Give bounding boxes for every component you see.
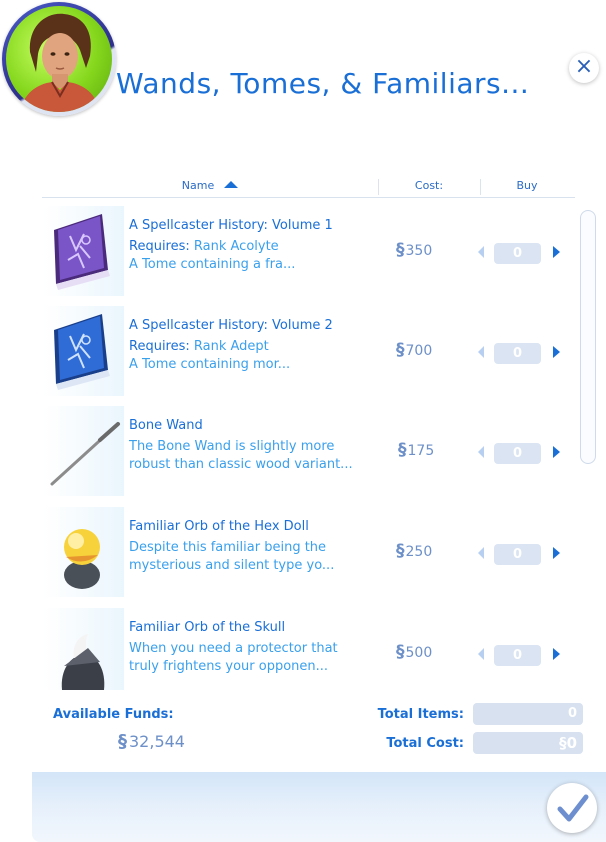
description-text: When you need a protector that	[129, 641, 338, 656]
simoleon-icon: §	[396, 642, 405, 662]
increase-quantity-button[interactable]	[553, 446, 560, 458]
list-item[interactable]: Bone Wand The Bone Wand is slightly more…	[44, 404, 576, 504]
price-value: 700	[405, 343, 433, 359]
list-item[interactable]: A Spellcaster History: Volume 1 Requires…	[44, 204, 576, 304]
price-value: 350	[405, 243, 433, 259]
simoleon-icon: §	[396, 240, 405, 260]
decrease-quantity-button[interactable]	[478, 246, 484, 258]
price-value: 500	[405, 645, 433, 661]
column-buy-label: Buy	[516, 179, 538, 192]
quantity-field[interactable]: 0	[494, 544, 541, 565]
requires-label: Requires:	[129, 339, 190, 354]
item-description: robust than classic wood variant...	[129, 457, 353, 472]
total-cost-value: §0	[473, 732, 583, 754]
item-price: §250	[396, 541, 432, 561]
item-list[interactable]: A Spellcaster History: Volume 1 Requires…	[44, 204, 576, 690]
item-price: §500	[396, 642, 432, 662]
item-description: mysterious and silent type yo...	[129, 558, 335, 573]
item-price: §175	[398, 440, 434, 460]
confirm-button[interactable]	[547, 783, 597, 833]
sort-ascending-icon	[224, 181, 239, 188]
item-description: A Tome containing a fra...	[129, 257, 296, 272]
item-price: §350	[396, 240, 432, 260]
price-value: 175	[407, 443, 435, 459]
item-name: A Spellcaster History: Volume 1	[129, 218, 333, 233]
decrease-quantity-button[interactable]	[478, 648, 484, 660]
purple-tome-icon	[44, 206, 124, 296]
dialog-footer	[32, 772, 606, 842]
item-name: Bone Wand	[129, 418, 203, 433]
list-item[interactable]: Familiar Orb of the Hex Doll Despite thi…	[44, 505, 576, 605]
list-item[interactable]: A Spellcaster History: Volume 2 Requires…	[44, 304, 576, 404]
item-description-line1: Despite this familiar being the	[129, 540, 326, 555]
simoleon-icon: §	[398, 440, 407, 460]
increase-quantity-button[interactable]	[553, 547, 560, 559]
item-description: A Tome containing mor...	[129, 357, 291, 372]
item-requirement: Requires: Rank Acolyte	[129, 239, 279, 254]
funds-amount: 32,544	[129, 732, 185, 751]
blue-tome-icon	[44, 306, 124, 396]
orb-icon	[44, 507, 124, 597]
price-value: 250	[405, 544, 433, 560]
quantity-field[interactable]: 0	[494, 443, 541, 464]
decrease-quantity-button[interactable]	[478, 547, 484, 559]
quantity-field[interactable]: 0	[494, 343, 541, 364]
close-button[interactable]: ×	[569, 53, 599, 83]
item-name: A Spellcaster History: Volume 2	[129, 318, 333, 333]
item-name: Familiar Orb of the Skull	[129, 620, 286, 635]
column-divider	[480, 179, 481, 195]
requires-value: Rank Adept	[189, 339, 269, 354]
skull-orb-icon	[44, 608, 124, 690]
requires-value: Rank Acolyte	[189, 239, 279, 254]
decrease-quantity-button[interactable]	[478, 446, 484, 458]
checkmark-icon	[557, 794, 589, 822]
item-description-line1: When you need a protector that	[129, 641, 338, 656]
column-cost-label: Cost:	[414, 179, 444, 192]
quantity-field[interactable]: 0	[494, 645, 541, 666]
wand-icon	[44, 406, 124, 496]
close-icon: ×	[574, 54, 594, 79]
increase-quantity-button[interactable]	[553, 648, 560, 660]
simoleon-icon: §	[396, 340, 405, 360]
column-header: Name Cost: Buy	[42, 175, 575, 198]
available-funds-value: § 32,544	[118, 731, 185, 752]
simoleon-icon: §	[118, 731, 127, 752]
total-cost-label: Total Cost:	[386, 736, 464, 751]
list-scrollbar[interactable]	[580, 210, 596, 464]
decrease-quantity-button[interactable]	[478, 346, 484, 358]
total-items-value: 0	[473, 703, 583, 725]
quantity-field[interactable]: 0	[494, 243, 541, 264]
item-price: §700	[396, 340, 432, 360]
total-items-label: Total Items:	[377, 707, 464, 722]
sort-by-name[interactable]: Name	[42, 179, 378, 192]
column-name-label: Name	[181, 179, 215, 192]
list-item[interactable]: Familiar Orb of the Skull When you need …	[44, 606, 576, 690]
total-cost-number: §0	[559, 734, 577, 752]
description-text: The Bone Wand is slightly more	[129, 439, 335, 454]
item-name: Familiar Orb of the Hex Doll	[129, 519, 309, 534]
item-description-line1: The Bone Wand is slightly more	[129, 439, 334, 454]
sim-avatar	[6, 6, 112, 112]
total-items-number: 0	[567, 706, 577, 721]
requires-label: Requires:	[129, 239, 190, 254]
increase-quantity-button[interactable]	[553, 246, 560, 258]
item-description: truly frightens your opponen...	[129, 659, 329, 674]
increase-quantity-button[interactable]	[553, 346, 560, 358]
available-funds-label: Available Funds:	[53, 707, 174, 722]
simoleon-icon: §	[396, 541, 405, 561]
dialog-title: Wands, Tomes, & Familiars...	[116, 67, 530, 100]
description-text: Despite this familiar being the	[129, 540, 327, 555]
item-requirement: Requires: Rank Adept	[129, 339, 269, 354]
